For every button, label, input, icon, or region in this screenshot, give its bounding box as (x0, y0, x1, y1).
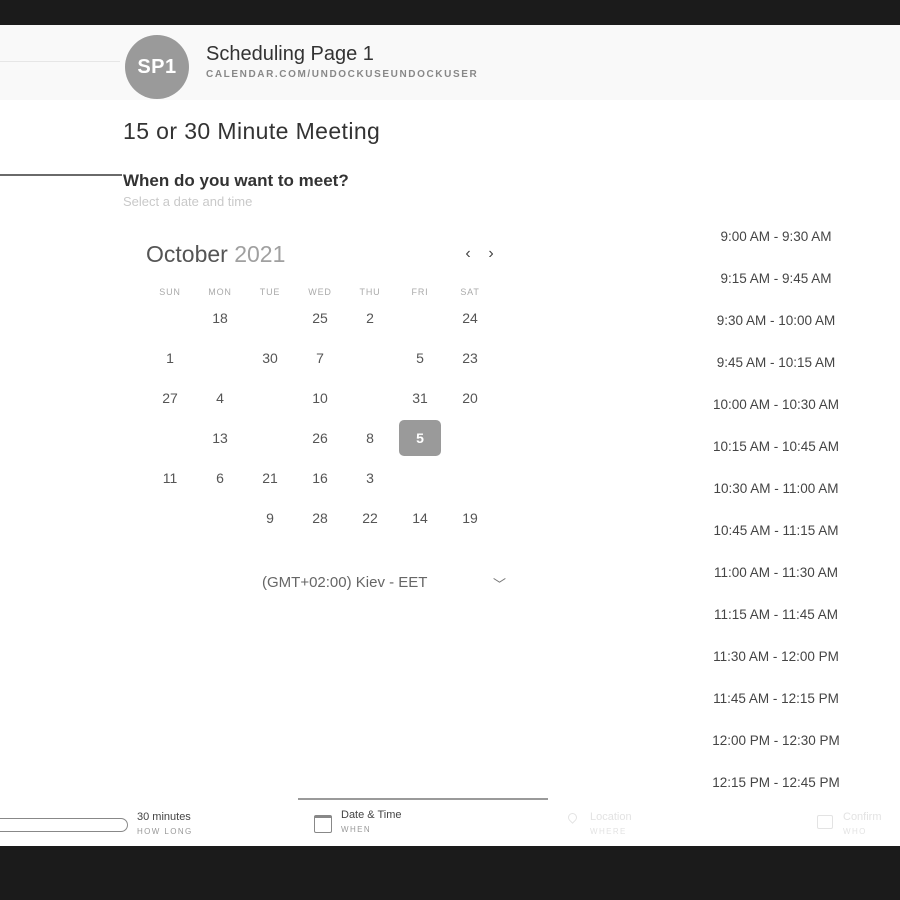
calendar-day (200, 504, 240, 532)
calendar-day (150, 304, 190, 332)
calendar-day (250, 304, 290, 332)
step-location-label[interactable]: Location (590, 811, 632, 823)
calendar-day[interactable]: 22 (350, 504, 390, 532)
step-subtitle: Select a date and time (123, 194, 253, 209)
calendar-day[interactable]: 13 (200, 424, 240, 452)
calendar-day[interactable]: 5 (400, 344, 440, 372)
scheduling-page: SP1 Scheduling Page 1 CALENDAR.COM/UNDOC… (0, 25, 900, 846)
calendar-day[interactable]: 14 (400, 504, 440, 532)
calendar-day (350, 384, 390, 412)
calendar-day (250, 424, 290, 452)
confirm-icon (817, 815, 833, 829)
weekday-label: TUE (259, 287, 281, 297)
time-slot[interactable]: 10:00 AM - 10:30 AM (700, 397, 852, 412)
time-slot[interactable]: 11:15 AM - 11:45 AM (700, 607, 852, 622)
calendar-day[interactable]: 8 (350, 424, 390, 452)
time-slot[interactable]: 12:15 PM - 12:45 PM (700, 775, 852, 790)
calendar-day (200, 344, 240, 372)
month-title: October 2021 (146, 241, 285, 268)
step-when-label[interactable]: Date & Time (341, 809, 402, 821)
calendar-day[interactable]: 7 (300, 344, 340, 372)
calendar-day[interactable]: 4 (200, 384, 240, 412)
calendar-day[interactable]: 30 (250, 344, 290, 372)
page-header: SP1 Scheduling Page 1 CALENDAR.COM/UNDOC… (0, 25, 900, 100)
step-location-sub: WHERE (590, 827, 627, 836)
progress-pill (0, 818, 128, 832)
time-slot[interactable]: 10:15 AM - 10:45 AM (700, 439, 852, 454)
calendar-day[interactable]: 26 (300, 424, 340, 452)
calendar-day[interactable]: 25 (300, 304, 340, 332)
step-confirm-sub: WHO (843, 827, 867, 836)
step-duration-label[interactable]: 30 minutes (137, 811, 191, 823)
weekday-label: MON (208, 287, 232, 297)
active-step-indicator (298, 798, 548, 800)
avatar: SP1 (125, 35, 189, 99)
timezone-select[interactable]: (GMT+02:00) Kiev - EET (262, 574, 427, 591)
chevron-right-icon[interactable]: › (483, 245, 499, 263)
calendar-day[interactable]: 18 (200, 304, 240, 332)
event-title: 15 or 30 Minute Meeting (123, 118, 381, 144)
weekday-label: WED (308, 287, 332, 297)
calendar-day[interactable]: 27 (150, 384, 190, 412)
time-slot[interactable]: 9:15 AM - 9:45 AM (700, 271, 852, 286)
calendar-day (350, 344, 390, 372)
time-slot[interactable]: 10:45 AM - 11:15 AM (700, 523, 852, 538)
calendar-day[interactable]: 23 (450, 344, 490, 372)
calendar-day[interactable]: 11 (150, 464, 190, 492)
calendar-day[interactable]: 28 (300, 504, 340, 532)
time-slot[interactable]: 12:00 PM - 12:30 PM (700, 733, 852, 748)
calendar-day[interactable]: 9 (250, 504, 290, 532)
time-slot[interactable]: 11:30 AM - 12:00 PM (700, 649, 852, 664)
calendar-day (150, 424, 190, 452)
calendar-day (250, 384, 290, 412)
weekday-label: SAT (460, 287, 480, 297)
weekday-label: SUN (159, 287, 181, 297)
calendar-day (450, 464, 490, 492)
calendar-day[interactable]: 21 (250, 464, 290, 492)
calendar-day[interactable]: 1 (150, 344, 190, 372)
step-when-sub: WHEN (341, 825, 372, 834)
calendar-day[interactable]: 3 (350, 464, 390, 492)
step-heading: When do you want to meet? (123, 171, 349, 190)
calendar-day-selected[interactable]: 5 (399, 420, 441, 456)
time-slot[interactable]: 9:30 AM - 10:00 AM (700, 313, 852, 328)
calendar-icon (314, 815, 332, 833)
sidebar-divider (0, 61, 120, 62)
calendar-day[interactable]: 6 (200, 464, 240, 492)
time-slot[interactable]: 10:30 AM - 11:00 AM (700, 481, 852, 496)
calendar-day[interactable]: 19 (450, 504, 490, 532)
step-duration-sub: HOW LONG (137, 827, 193, 836)
time-slot[interactable]: 9:00 AM - 9:30 AM (700, 229, 852, 244)
calendar-day[interactable]: 16 (300, 464, 340, 492)
chevron-left-icon[interactable]: ‹ (460, 245, 476, 263)
step-confirm-label[interactable]: Confirm (843, 811, 882, 823)
calendar-day (450, 424, 490, 452)
weekday-label: THU (359, 287, 381, 297)
calendar-day (400, 304, 440, 332)
month-year: 2021 (234, 241, 286, 267)
page-name: Scheduling Page 1 (206, 43, 374, 65)
chevron-down-icon[interactable]: ﹀ (493, 574, 506, 593)
calendar-day[interactable]: 2 (350, 304, 390, 332)
calendar-day[interactable]: 31 (400, 384, 440, 412)
time-slot[interactable]: 11:45 AM - 12:15 PM (700, 691, 852, 706)
calendar-day[interactable]: 20 (450, 384, 490, 412)
month-name: October (146, 241, 228, 267)
sidebar-active-indicator (0, 174, 122, 176)
calendar-day (400, 464, 440, 492)
weekday-label: FRI (411, 287, 429, 297)
time-slot[interactable]: 9:45 AM - 10:15 AM (700, 355, 852, 370)
calendar-day[interactable]: 24 (450, 304, 490, 332)
location-pin-icon (566, 811, 579, 824)
time-slot[interactable]: 11:00 AM - 11:30 AM (700, 565, 852, 580)
calendar-day[interactable]: 10 (300, 384, 340, 412)
calendar-day (150, 504, 190, 532)
page-url[interactable]: CALENDAR.COM/UNDOCKUSEUNDOCKUSER (206, 69, 478, 80)
